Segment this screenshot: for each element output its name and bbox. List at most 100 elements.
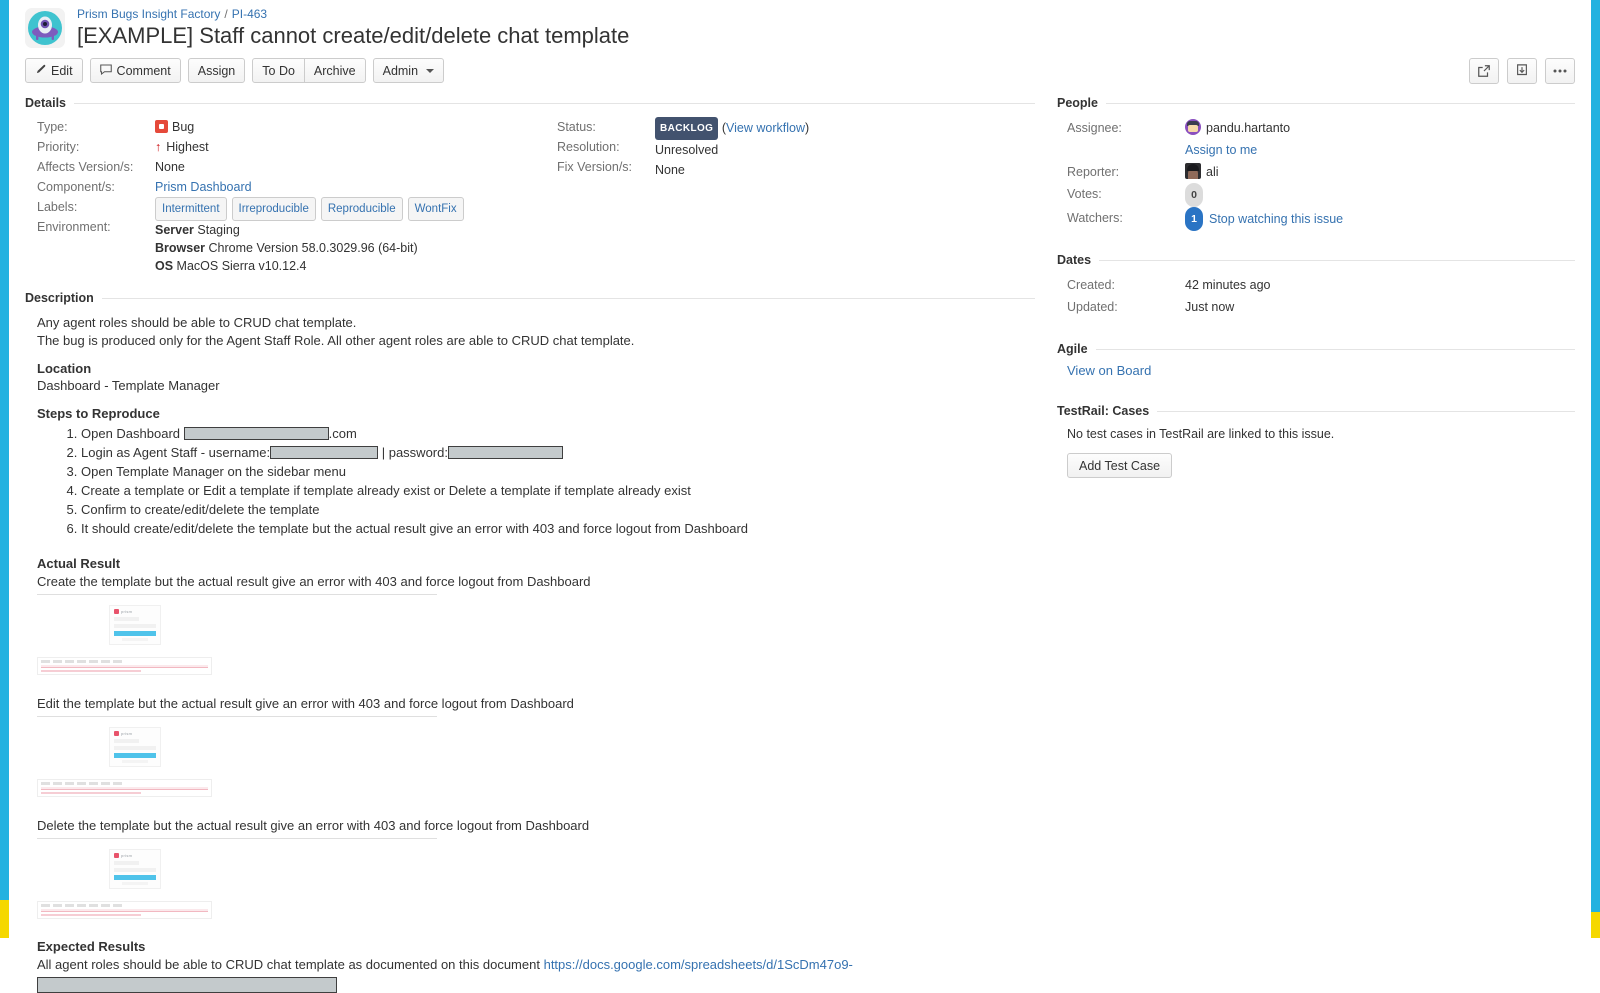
step-1-suffix: .com (328, 426, 357, 441)
agile-section-header: Agile (1057, 342, 1575, 356)
stop-watching-link[interactable]: Stop watching this issue (1209, 212, 1343, 226)
section-divider (1095, 348, 1575, 350)
type-label: Type: (37, 120, 68, 134)
label-chip[interactable]: Irreproducible (231, 197, 316, 221)
description-intro-line-1: Any agent roles should be able to CRUD c… (37, 315, 357, 330)
breadcrumb: Prism Bugs Insight Factory / PI-463 (77, 6, 629, 22)
details-left-labels: Type: Priority: Affects Version/s: Compo… (25, 117, 155, 275)
details-left-values: Bug ↑ Highest None Prism Dashboard Interm… (155, 117, 545, 275)
prism-logo-thumbnail: prism (114, 609, 156, 614)
prism-wordmark: prism (121, 609, 133, 614)
comment-button[interactable]: Comment (89, 58, 181, 83)
assignee-value-wrap: pandu.hartanto (1185, 117, 1575, 139)
edge-stripe-yellow (0, 900, 9, 938)
status-badge: BACKLOG (655, 117, 719, 140)
prism-logo-thumbnail: prism (114, 731, 156, 736)
fix-version-value: None (655, 163, 685, 177)
view-workflow-wrap: (View workflow) (721, 121, 810, 135)
assign-button[interactable]: Assign (187, 58, 246, 83)
thumb-tab-row (41, 782, 208, 785)
admin-button-label: Admin (382, 63, 419, 78)
login-screenshot-thumbnail[interactable]: prism (109, 727, 161, 767)
expected-results-doc-link[interactable]: https://docs.google.com/spreadsheets/d/1… (544, 957, 853, 972)
description-body: Any agent roles should be able to CRUD c… (25, 312, 1035, 993)
ufo-avatar-icon[interactable] (25, 8, 65, 48)
actual-result-delete-text: Delete the template but the actual resul… (37, 818, 590, 833)
actual-result-edit-text: Edit the template but the actual result … (37, 696, 574, 711)
thumb-field-row (114, 617, 140, 621)
toolbar-right-actions (1461, 58, 1575, 84)
error-screenshot-thumbnail[interactable] (37, 901, 212, 919)
environment-key: Server (155, 223, 194, 237)
pencil-icon (35, 64, 46, 78)
edit-button[interactable]: Edit (25, 58, 83, 83)
created-label: Created: (1067, 278, 1115, 292)
environment-key: OS (155, 259, 174, 273)
type-value-row: Bug (155, 117, 545, 137)
add-test-case-button[interactable]: Add Test Case (1067, 453, 1173, 478)
votes-row: Votes: 0 (1057, 183, 1575, 207)
edge-stripe-cyan (0, 0, 9, 900)
edge-stripe-cyan (1591, 0, 1600, 912)
steps-heading: Steps to Reproduce (37, 406, 160, 421)
expected-results-text-row: All agent roles should be able to CRUD c… (37, 956, 1035, 973)
testrail-empty-message: No test cases in TestRail are linked to … (1067, 427, 1335, 441)
todo-button[interactable]: To Do (252, 58, 305, 83)
actual-result-heading: Actual Result (37, 556, 121, 571)
archive-button[interactable]: Archive (303, 58, 366, 83)
description-section-title: Description (25, 291, 94, 305)
breadcrumb-project-link[interactable]: Prism Bugs Insight Factory (77, 7, 220, 21)
list-item: Create a template or Edit a template if … (81, 482, 1035, 500)
breadcrumb-issue-key-link[interactable]: PI-463 (232, 7, 267, 21)
section-divider (1106, 102, 1575, 104)
error-screenshot-thumbnail[interactable] (37, 657, 212, 675)
error-screenshot-thumbnail[interactable] (37, 779, 212, 797)
login-screenshot-thumbnail[interactable]: prism (109, 605, 161, 645)
component-label: Component/s: (37, 180, 115, 194)
attachment-thumbnail-group: prism (37, 605, 1035, 675)
issue-action-toolbar: Edit Comment Assign To Do Archive Admin (9, 49, 1591, 92)
testrail-section-header: TestRail: Cases (1057, 404, 1575, 418)
component-link[interactable]: Prism Dashboard (155, 180, 252, 194)
issue-sidebar: People Assignee: pandu.hartanto Assign t… (1035, 92, 1575, 993)
export-download-icon[interactable] (1507, 58, 1537, 84)
resolution-label: Resolution: (557, 140, 620, 154)
assign-to-me-wrap: Assign to me (1185, 139, 1575, 161)
label-chip[interactable]: Reproducible (320, 197, 403, 221)
details-left-column: Type: Priority: Affects Version/s: Compo… (25, 117, 545, 275)
thumb-caption-row (122, 882, 148, 885)
testrail-section-title: TestRail: Cases (1057, 404, 1150, 418)
reporter-label: Reporter: (1067, 165, 1120, 179)
ellipsis-icon[interactable] (1545, 58, 1575, 84)
comment-button-label: Comment (116, 63, 171, 78)
votes-label: Votes: (1067, 187, 1102, 201)
details-grid: Type: Priority: Affects Version/s: Compo… (25, 117, 1035, 275)
thumb-error-bar (41, 787, 208, 790)
prism-mark-icon (114, 609, 119, 614)
label-chip[interactable]: WontFix (407, 197, 464, 221)
reporter-value-wrap: ali (1185, 161, 1575, 183)
view-workflow-link[interactable]: View workflow (726, 121, 805, 135)
label-chip[interactable]: Intermittent (155, 197, 227, 221)
share-icon[interactable] (1469, 58, 1499, 84)
reporter-value: ali (1206, 165, 1219, 179)
watchers-value-wrap: 1 Stop watching this issue (1185, 207, 1575, 231)
environment-label: Environment: (37, 220, 111, 234)
login-screenshot-thumbnail[interactable]: prism (109, 849, 161, 889)
votes-count-badge: 0 (1185, 183, 1203, 207)
view-on-board-link[interactable]: View on Board (1067, 363, 1151, 378)
admin-dropdown-button[interactable]: Admin (372, 58, 445, 83)
testrail-section-body: No test cases in TestRail are linked to … (1057, 425, 1575, 478)
assignee-row: Assignee: pandu.hartanto (1057, 117, 1575, 139)
environment-val: Chrome Version 58.0.3029.96 (64-bit) (208, 241, 418, 255)
prism-wordmark: prism (121, 853, 133, 858)
assign-to-me-link[interactable]: Assign to me (1185, 143, 1257, 157)
speech-bubble-icon (99, 63, 112, 78)
dates-section-title: Dates (1057, 253, 1092, 267)
environment-val: Staging (197, 223, 240, 237)
actual-result-create-text: Create the template but the actual resul… (37, 574, 591, 589)
people-section-body: Assignee: pandu.hartanto Assign to me Re… (1057, 117, 1575, 231)
prism-mark-icon (114, 853, 119, 858)
window-left-edge-stripe (0, 0, 9, 938)
redacted-link-box (37, 977, 337, 993)
